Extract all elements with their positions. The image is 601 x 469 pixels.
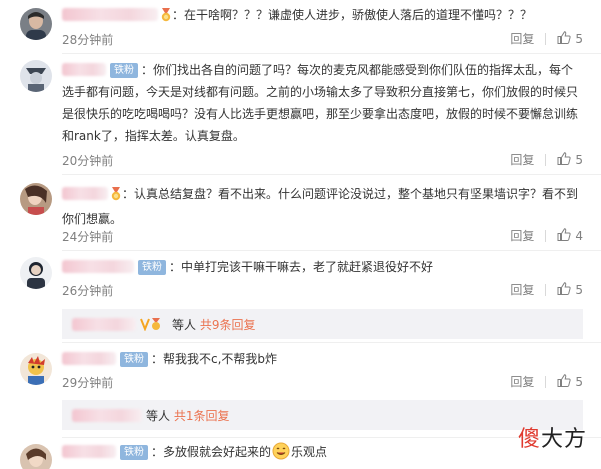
- reply-button[interactable]: 回复: [510, 373, 534, 390]
- like-count: 5: [575, 374, 583, 389]
- avatar[interactable]: [20, 257, 52, 289]
- reply-button[interactable]: 回复: [510, 281, 534, 298]
- comment-time: 20分钟前: [62, 154, 114, 168]
- username-blurred[interactable]: [62, 187, 108, 200]
- thumbs-up-icon: [557, 227, 571, 244]
- sub-replies-summary[interactable]: 等人 共1条回复: [62, 400, 583, 430]
- divider: [62, 250, 601, 251]
- medal-v-icon: [140, 317, 168, 334]
- username-blurred[interactable]: [62, 8, 158, 21]
- comment-text: 帮我我不c,不帮我b炸: [163, 352, 278, 366]
- medal-icon: [110, 186, 122, 208]
- like-button[interactable]: 4: [557, 227, 583, 244]
- comment-text: 多放假就会好起来的: [163, 445, 272, 459]
- reply-button[interactable]: 回复: [510, 30, 534, 47]
- comment-text-line: 选手都有问题，今天是对线都有问题。之前的小场输太多了导致积分直接第七，你们放假的…: [62, 85, 579, 99]
- fan-badge: 铁粉: [120, 352, 148, 367]
- divider: [62, 174, 601, 175]
- comment-time: 28分钟前: [62, 33, 114, 47]
- comment-text-line: 你们找出各自的问题了吗？每次的麦克风都能感受到你们队伍的指挥太乱，每个: [153, 63, 574, 77]
- username-blurred: [72, 318, 136, 331]
- comment-time: 29分钟前: [62, 376, 114, 390]
- comment-text-line: 是很快乐的吃吃喝喝吗？没有人比选手更想赢吧，那至少要拿出态度吧，放假的时候不要懈…: [62, 107, 579, 121]
- watermark-part1: 傻: [517, 427, 541, 452]
- username-blurred[interactable]: [62, 63, 106, 76]
- avatar[interactable]: [20, 60, 52, 92]
- comment-time: 26分钟前: [62, 284, 114, 298]
- divider: [545, 283, 547, 296]
- sub-replies-prefix: 等人: [146, 409, 171, 423]
- divider: [545, 229, 547, 242]
- comment-text: 在干啥啊？？？谦虚使人进步，骄傲使人落后的道理不懂吗？？？: [184, 8, 533, 22]
- comment-text-line: 和rank了，指挥太差。认真复盘。: [62, 129, 245, 143]
- username-blurred[interactable]: [62, 352, 116, 365]
- avatar[interactable]: [20, 8, 52, 40]
- thumbs-up-icon: [557, 30, 571, 47]
- divider: [545, 153, 547, 166]
- username-blurred[interactable]: [62, 445, 116, 458]
- divider: [545, 32, 547, 45]
- avatar[interactable]: [20, 444, 52, 469]
- comment-time: 24分钟前: [62, 230, 114, 244]
- like-button[interactable]: 5: [557, 30, 583, 47]
- reply-button[interactable]: 回复: [510, 227, 534, 244]
- avatar[interactable]: [20, 353, 52, 385]
- thumbs-up-icon: [557, 373, 571, 390]
- watermark-part2: 大方: [540, 427, 587, 452]
- comment-text-line: 你们想赢。: [62, 212, 123, 226]
- view-replies-link[interactable]: 共1条回复: [174, 409, 230, 423]
- sub-replies-summary[interactable]: 等人 共9条回复: [62, 309, 583, 339]
- divider: [545, 375, 547, 388]
- watermark-logo: 傻大方: [518, 421, 587, 453]
- smile-emoji-icon: [272, 442, 290, 467]
- comment-text-suffix: 乐观点: [291, 445, 328, 459]
- like-count: 5: [575, 152, 583, 167]
- like-button[interactable]: 5: [557, 373, 583, 390]
- comment-text: 中单打完该干嘛干嘛去，老了就赶紧退役好不好: [181, 260, 434, 274]
- sub-replies-prefix: 等人: [172, 318, 197, 332]
- medal-icon: [160, 7, 172, 29]
- view-replies-link[interactable]: 共9条回复: [200, 318, 256, 332]
- fan-badge: 铁粉: [138, 260, 166, 275]
- username-blurred: [72, 409, 142, 422]
- like-count: 4: [575, 228, 583, 243]
- avatar[interactable]: [20, 183, 52, 215]
- thumbs-up-icon: [557, 151, 571, 168]
- reply-button[interactable]: 回复: [510, 151, 534, 168]
- fan-badge: 铁粉: [120, 445, 148, 460]
- like-count: 5: [575, 31, 583, 46]
- like-count: 5: [575, 282, 583, 297]
- like-button[interactable]: 5: [557, 151, 583, 168]
- thumbs-up-icon: [557, 281, 571, 298]
- like-button[interactable]: 5: [557, 281, 583, 298]
- comment-text-line: 认真总结复盘？看不出来。什么问题评论没说过，整个基地只有坚果墙识字？看不到: [134, 187, 579, 201]
- fan-badge: 铁粉: [110, 63, 138, 78]
- divider: [62, 342, 601, 343]
- username-blurred[interactable]: [62, 260, 134, 273]
- divider: [62, 53, 601, 54]
